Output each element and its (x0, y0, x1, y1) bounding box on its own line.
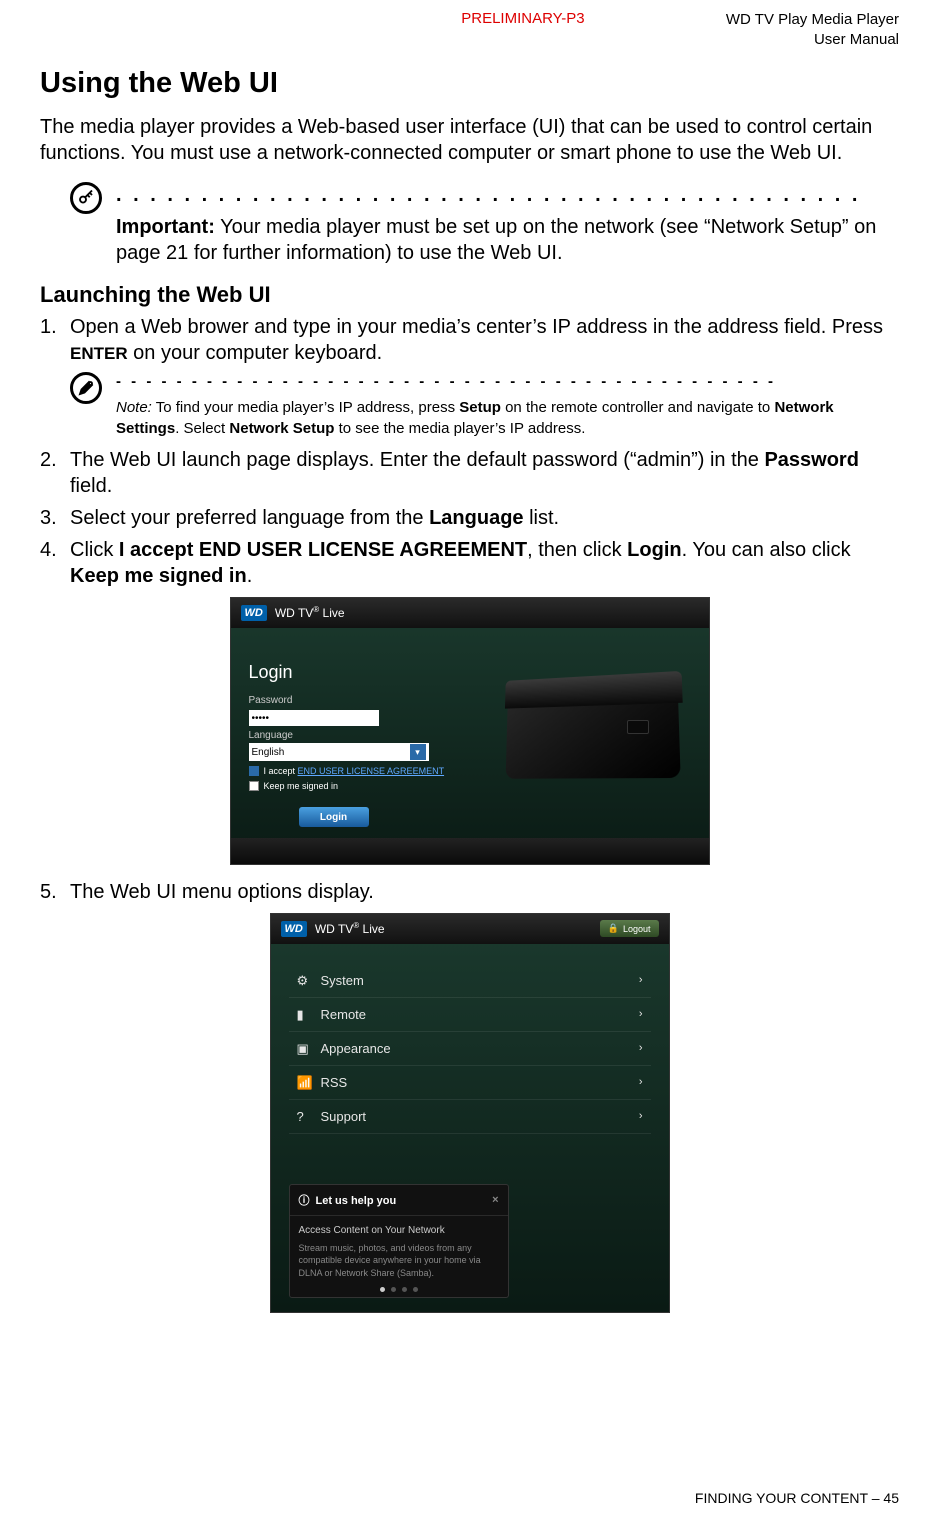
chevron-right-icon: › (639, 1110, 643, 1122)
intro-paragraph: The media player provides a Web-based us… (40, 114, 899, 166)
rss-icon: 📶 (297, 1075, 311, 1089)
chevron-right-icon: › (639, 1042, 643, 1054)
page-header: PRELIMINARY-P3 WD TV Play Media Player U… (40, 10, 899, 49)
login-heading: Login (249, 662, 449, 683)
preliminary-stamp: PRELIMINARY-P3 (180, 10, 726, 27)
step-2: The Web UI launch page displays. Enter t… (40, 447, 899, 499)
menu-item-rss[interactable]: 📶RSS › (289, 1066, 651, 1100)
menu-item-system[interactable]: ⚙System › (289, 964, 651, 998)
language-value: English (252, 747, 285, 758)
info-icon: ⓘ (299, 1195, 310, 1207)
chevron-right-icon: › (639, 1008, 643, 1020)
page-footer: FINDING YOUR CONTENT – 45 (695, 1490, 899, 1506)
help-subtitle: Access Content on Your Network (299, 1224, 499, 1238)
help-body: Stream music, photos, and videos from an… (299, 1242, 499, 1278)
help-title: Let us help you (316, 1195, 397, 1207)
manual-title-line1: WD TV Play Media Player (726, 10, 899, 30)
important-text: Your media player must be set up on the … (116, 216, 876, 264)
heading-main: Using the Web UI (40, 67, 899, 100)
menu-item-appearance[interactable]: ▣Appearance › (289, 1032, 651, 1066)
step-3: Select your preferred language from the … (40, 505, 899, 531)
wd-logo: WD (241, 605, 267, 621)
step-4: Click I accept END USER LICENSE AGREEMEN… (40, 537, 899, 589)
dotted-rule: - - - - - - - - - - - - - - - - - - - - … (116, 372, 899, 392)
device-illustration (487, 658, 687, 788)
keep-signed-in-checkbox[interactable]: Keep me signed in (249, 781, 449, 791)
language-select[interactable]: English ▾ (249, 743, 429, 761)
important-callout: . . . . . . . . . . . . . . . . . . . . … (70, 182, 899, 266)
fig1-topbar: WD WD TV® Live (231, 598, 709, 628)
pager-dots (380, 1287, 418, 1292)
note-callout: - - - - - - - - - - - - - - - - - - - - … (70, 372, 899, 439)
dotted-rule: . . . . . . . . . . . . . . . . . . . . … (116, 182, 899, 208)
eula-link[interactable]: END USER LICENSE AGREEMENT (298, 766, 445, 776)
chevron-down-icon: ▾ (410, 744, 426, 760)
accept-eula-checkbox[interactable]: I accept END USER LICENSE AGREEMENT (249, 766, 449, 776)
figure-menu-screen: WD WD TV® Live 🔒Logout ⚙System › ▮Remote… (270, 913, 670, 1313)
close-icon[interactable]: × (492, 1194, 498, 1206)
figure-login-screen: WD WD TV® Live Login Password Language E… (230, 597, 710, 865)
image-icon: ▣ (297, 1041, 311, 1055)
step-1: Open a Web brower and type in your media… (40, 314, 899, 366)
chevron-right-icon: › (639, 974, 643, 986)
key-icon (70, 182, 102, 214)
logout-button[interactable]: 🔒Logout (600, 920, 659, 937)
menu-item-support[interactable]: ?Support › (289, 1100, 651, 1134)
password-label: Password (249, 695, 449, 706)
manual-title-line2: User Manual (726, 30, 899, 50)
help-card: ⓘ Let us help you × Access Content on You… (289, 1184, 509, 1298)
gear-icon: ⚙ (297, 973, 311, 987)
remote-icon: ▮ (297, 1007, 311, 1021)
brand-text: WD TV® Live (315, 921, 385, 936)
question-icon: ? (297, 1109, 311, 1123)
heading-launching: Launching the Web UI (40, 282, 899, 308)
brand-text: WD TV® Live (275, 605, 345, 620)
language-label: Language (249, 730, 449, 741)
password-input[interactable] (249, 710, 379, 726)
important-label: Important: (116, 216, 215, 238)
chevron-right-icon: › (639, 1076, 643, 1088)
main-menu: ⚙System › ▮Remote › ▣Appearance › 📶RSS ›… (289, 964, 651, 1134)
pen-icon (70, 372, 102, 404)
manual-title: WD TV Play Media Player User Manual (726, 10, 899, 49)
wd-logo: WD (281, 921, 307, 937)
login-button[interactable]: Login (299, 807, 369, 827)
lock-icon: 🔒 (608, 923, 619, 934)
menu-item-remote[interactable]: ▮Remote › (289, 998, 651, 1032)
step-5: The Web UI menu options display. (40, 879, 899, 905)
